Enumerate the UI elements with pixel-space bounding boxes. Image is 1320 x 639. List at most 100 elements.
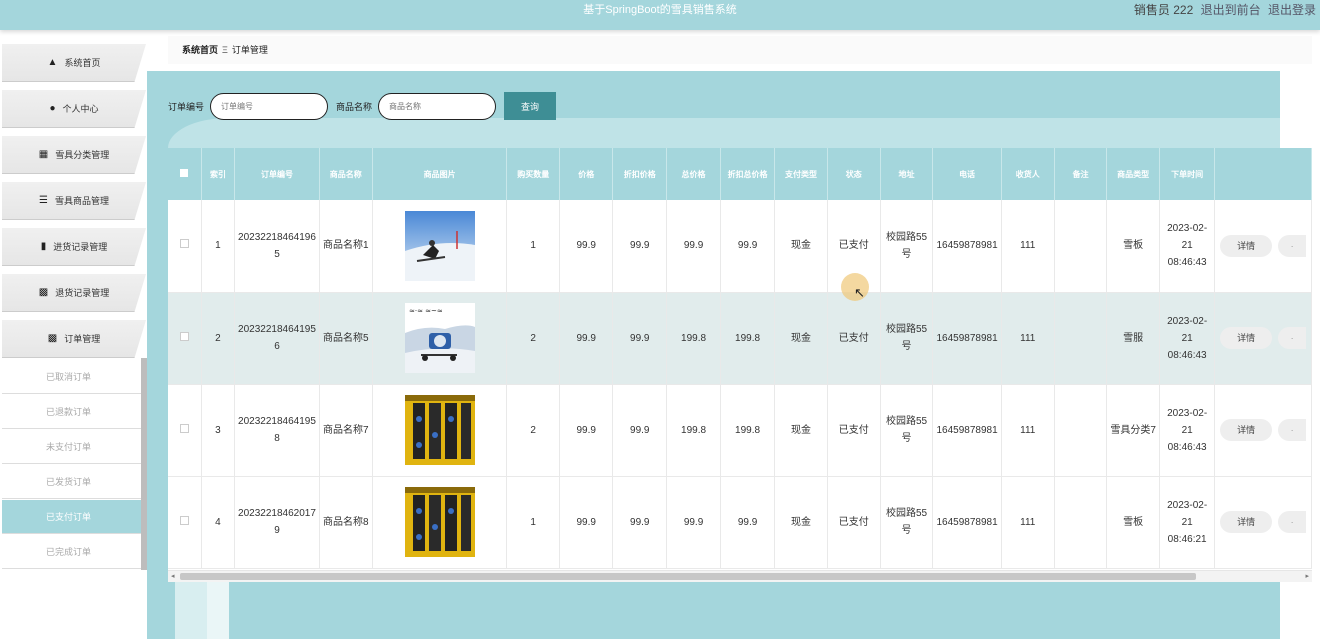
sub-item-shipped[interactable]: 已发货订单: [2, 465, 144, 499]
header-actions: [1214, 148, 1312, 200]
cell-phone: 16459878981: [932, 292, 1002, 385]
cell-total: 99.9: [666, 476, 722, 569]
header-index: 索引: [201, 148, 236, 200]
sidebar-item-label: 雪具商品管理: [54, 196, 109, 206]
sub-item-cancelled[interactable]: 已取消订单: [2, 360, 144, 394]
more-button[interactable]: ·: [1278, 511, 1307, 534]
cell-discount-price: 99.9: [612, 292, 668, 385]
checkbox-icon[interactable]: [179, 239, 189, 249]
cell-price: 99.9: [559, 476, 614, 569]
checkbox-icon[interactable]: [179, 423, 189, 433]
row-checkbox-cell[interactable]: [168, 200, 202, 293]
detail-button[interactable]: 详情: [1220, 326, 1273, 349]
header-product-type: 商品类型: [1106, 148, 1161, 200]
cell-actions: 详情 ·: [1214, 476, 1312, 569]
logout-link[interactable]: 退出登录: [1268, 3, 1316, 17]
exit-to-front-link[interactable]: 退出到前台: [1201, 3, 1261, 17]
cell-order-time: 2023-02-21 08:46:43: [1159, 200, 1216, 293]
cell-phone: 16459878981: [932, 476, 1002, 569]
product-image-ski-boots[interactable]: [404, 395, 475, 465]
cell-total: 199.8: [666, 292, 722, 385]
sub-item-refunded[interactable]: 已退款订单: [2, 395, 144, 429]
header-select-all[interactable]: [168, 148, 202, 200]
cell-receiver: 111: [1001, 292, 1055, 385]
more-button[interactable]: ·: [1278, 419, 1307, 442]
cell-pay-type: 现金: [774, 384, 828, 477]
cell-product-type: 雪板: [1106, 200, 1161, 293]
sidebar-item-purchase[interactable]: ▮ 进货记录管理: [2, 228, 146, 266]
detail-button[interactable]: 详情: [1220, 418, 1273, 441]
product-image-ski-boots[interactable]: [404, 487, 475, 557]
table-row: 2 20232218464195 6 商品名称5 ≈·≈ ≈~≈ 2 99.9 …: [168, 292, 1312, 385]
product-image-snow-machine[interactable]: ≈·≈ ≈~≈: [404, 303, 475, 373]
cell-discount-total: 199.8: [720, 384, 776, 477]
sub-item-paid[interactable]: 已支付订单: [2, 500, 144, 534]
sidebar-item-category[interactable]: ▦ 雪具分类管理: [2, 136, 146, 174]
cell-product-type: 雪服: [1106, 292, 1161, 385]
scroll-left-icon[interactable]: ◂: [171, 571, 175, 583]
cell-receiver: 111: [1001, 476, 1055, 569]
grid4-icon: ▩: [47, 333, 58, 344]
sidebar-item-label: 退货记录管理: [55, 288, 110, 298]
header-receiver: 收货人: [1001, 148, 1055, 200]
cell-order-time: 2023-02-21 08:46:21: [1159, 476, 1216, 569]
cell-product-image: [372, 476, 508, 569]
cell-address: 校园路55号: [880, 476, 934, 569]
cell-quantity: 2: [506, 292, 560, 385]
header-discount-price: 折扣价格: [612, 148, 668, 200]
cell-index: 2: [201, 292, 236, 385]
cell-address: 校园路55号: [880, 292, 934, 385]
order-no-input[interactable]: [210, 92, 329, 120]
home-icon: ▲: [47, 57, 58, 68]
cell-product-name: 商品名称8: [319, 476, 373, 569]
scroll-right-icon[interactable]: ▸: [1305, 571, 1309, 583]
scrollbar-thumb[interactable]: [180, 573, 1196, 580]
breadcrumb-home[interactable]: 系统首页: [182, 45, 218, 55]
sub-item-completed[interactable]: 已完成订单: [2, 535, 144, 569]
detail-button[interactable]: 详情: [1220, 234, 1273, 257]
product-name-input[interactable]: [378, 92, 497, 120]
checkbox-icon[interactable]: [179, 331, 189, 341]
sidebar-item-home[interactable]: ▲ 系统首页: [2, 44, 146, 82]
cell-total: 99.9: [666, 200, 722, 293]
checkbox-icon[interactable]: [180, 168, 189, 177]
header-product-image: 商品图片: [372, 148, 508, 200]
cell-order-time: 2023-02-21 08:46:43: [1159, 384, 1216, 477]
cell-order-time: 2023-02-21 08:46:43: [1159, 292, 1216, 385]
checkbox-icon[interactable]: [179, 515, 189, 525]
top-right-links: 销售员 222 退出到前台 退出登录: [1130, 0, 1316, 20]
cell-product-image: [372, 200, 508, 293]
sidebar-item-product[interactable]: ☰ 雪具商品管理: [2, 182, 146, 220]
detail-button[interactable]: 详情: [1220, 510, 1273, 533]
sidebar-item-orders[interactable]: ▩ 订单管理: [2, 320, 146, 358]
cell-status: 已支付: [827, 476, 881, 569]
header-total: 总价格: [666, 148, 722, 200]
more-button[interactable]: ·: [1278, 234, 1307, 257]
table-horizontal-scrollbar[interactable]: ◂ ▸: [168, 570, 1312, 582]
cell-remark: [1054, 384, 1108, 477]
row-checkbox-cell[interactable]: [168, 476, 202, 569]
cell-remark: [1054, 292, 1108, 385]
cell-price: 99.9: [559, 200, 614, 293]
mouse-cursor-icon: ↖: [854, 285, 865, 300]
content-curve: [168, 118, 1280, 148]
table-row: 4 20232218462017 9 商品名称8 1 99.9 99.9 99.…: [168, 476, 1312, 569]
row-checkbox-cell[interactable]: [168, 292, 202, 385]
sidebar-item-personal-center[interactable]: ● 个人中心: [2, 90, 146, 128]
query-button[interactable]: 查询: [504, 92, 557, 120]
header-status: 状态: [827, 148, 881, 200]
sidebar-item-return[interactable]: ▩ 退货记录管理: [2, 274, 146, 312]
more-button[interactable]: ·: [1278, 327, 1307, 350]
cell-actions: 详情 ·: [1214, 200, 1312, 293]
product-image-snowboard[interactable]: [404, 210, 475, 281]
sub-item-unpaid[interactable]: 未支付订单: [2, 430, 144, 464]
cell-product-name: 商品名称7: [319, 384, 373, 477]
cell-discount-price: 99.9: [612, 200, 668, 293]
cell-discount-total: 199.8: [720, 292, 776, 385]
header-order-no: 订单编号: [234, 148, 320, 200]
app-title: 基于SpringBoot的雪具销售系统: [583, 4, 737, 16]
cell-order-no: 20232218464196 5: [234, 200, 320, 293]
product-name-label: 商品名称: [336, 101, 373, 112]
row-checkbox-cell[interactable]: [168, 384, 202, 477]
cell-total: 199.8: [666, 384, 722, 477]
